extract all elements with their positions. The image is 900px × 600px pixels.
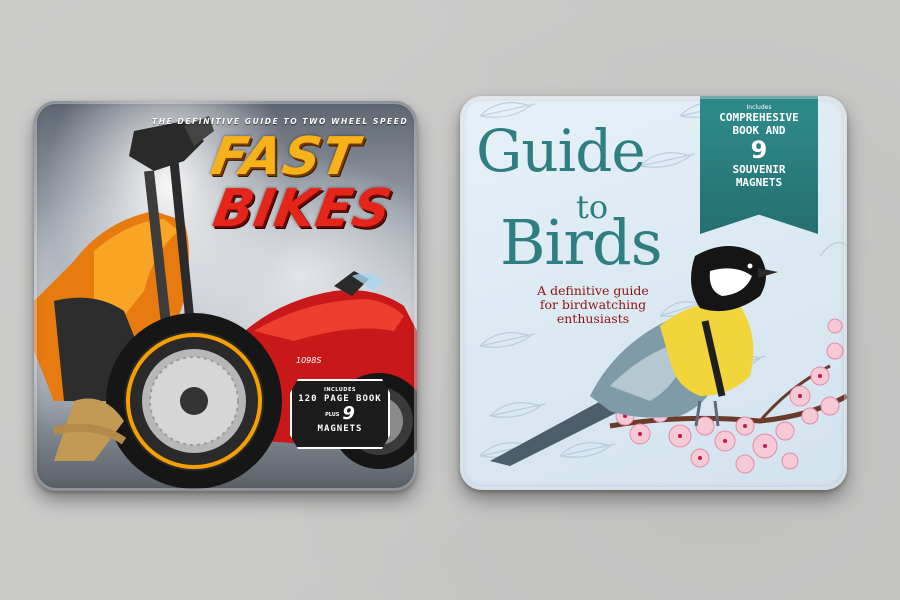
badge-magnets-text: MAGNETS: [317, 424, 363, 434]
contents-badge: INCLUDES 120 PAGE BOOK PLUS 9 MAGNETS: [290, 379, 390, 449]
great-tit-bird-illustration: [490, 246, 847, 474]
badge-book-text: 120 PAGE BOOK: [298, 394, 382, 404]
title-bikes: BIKES: [208, 179, 397, 239]
title-fast: FAST: [206, 127, 364, 187]
guide-to-birds-tin: Guide to Birds A definitive guide for bi…: [460, 96, 847, 490]
badge-includes: INCLUDES: [324, 387, 356, 393]
tagline: THE DEFINITIVE GUIDE TO TWO WHEEL SPEED: [152, 117, 409, 126]
fast-bikes-tin: 1098S THE DEFINITIVE GUIDE TO TWO WHEEL …: [34, 101, 417, 491]
badge-plus: PLUS: [325, 411, 340, 418]
badge-number: 9: [342, 403, 355, 424]
svg-text:1098S: 1098S: [296, 356, 321, 365]
